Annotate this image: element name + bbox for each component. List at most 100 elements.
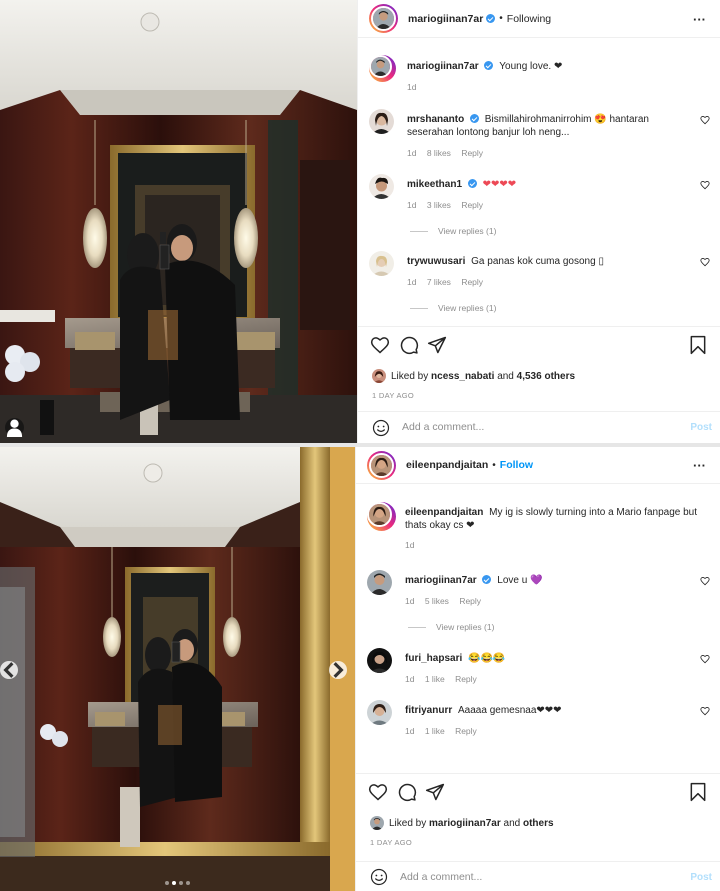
comment-text: Aaaaa gemesnaa❤❤❤: [458, 705, 562, 716]
liked-by-user[interactable]: ncess_nabati: [431, 371, 494, 382]
heart-icon[interactable]: [368, 782, 388, 802]
comment-text: ❤❤❤❤: [482, 179, 517, 190]
comment-username[interactable]: mariogiinan7ar: [405, 575, 477, 586]
avatar[interactable]: [369, 174, 394, 199]
chevron-right-icon[interactable]: [329, 661, 347, 679]
separator-dot: •: [499, 13, 503, 24]
heart-icon[interactable]: [700, 654, 710, 664]
comment-time[interactable]: 1d: [405, 674, 414, 684]
post-header: eileenpandjaitan • Follow ···: [356, 447, 720, 484]
heart-icon[interactable]: [700, 180, 710, 190]
comment-likes[interactable]: 3 likes: [427, 200, 451, 210]
avatar[interactable]: [367, 570, 392, 595]
comment-icon[interactable]: [397, 782, 417, 802]
reply-button[interactable]: Reply: [455, 674, 477, 684]
caption: eileenpandjaitan My ig is slowly turning…: [367, 502, 712, 557]
comment-time[interactable]: 1d: [405, 596, 414, 606]
avatar[interactable]: [370, 816, 384, 830]
more-icon[interactable]: ···: [693, 458, 706, 473]
follow-button[interactable]: Follow: [500, 459, 533, 471]
avatar[interactable]: [367, 648, 392, 673]
share-icon[interactable]: [425, 782, 445, 802]
avatar[interactable]: [369, 109, 394, 134]
view-replies-button[interactable]: View replies (1): [356, 622, 494, 632]
post-author-username[interactable]: mariogiinan7ar: [408, 13, 483, 25]
separator-dot: •: [492, 459, 496, 471]
comment-likes[interactable]: 1 like: [425, 674, 445, 684]
reply-button[interactable]: Reply: [461, 200, 483, 210]
post-actions: Liked by mariogiinan7ar and others 1 DAY…: [356, 773, 720, 873]
carousel-dot: [179, 881, 183, 885]
heart-icon[interactable]: [700, 257, 710, 267]
add-comment-input[interactable]: Add a comment...: [400, 871, 482, 883]
chevron-left-icon[interactable]: [0, 661, 18, 679]
liked-by-user[interactable]: mariogiinan7ar: [429, 818, 501, 829]
comment-time[interactable]: 1d: [405, 540, 414, 550]
reply-button[interactable]: Reply: [461, 148, 483, 158]
carousel-dot: [186, 881, 190, 885]
reply-button[interactable]: Reply: [461, 277, 483, 287]
comment-likes[interactable]: 7 likes: [427, 277, 451, 287]
comment-username[interactable]: eileenpandjaitan: [405, 507, 483, 518]
caption-text: Young love. ❤: [499, 61, 563, 72]
view-replies-button[interactable]: View replies (1): [358, 226, 496, 236]
comment-item: furi_hapsari 😂😂😂 1d 1 like Reply: [367, 648, 712, 688]
heart-icon[interactable]: [700, 115, 710, 125]
comment-username[interactable]: furi_hapsari: [405, 653, 462, 664]
bookmark-icon[interactable]: [688, 335, 708, 355]
comment-time[interactable]: 1d: [407, 277, 416, 287]
post-photo[interactable]: [0, 0, 357, 443]
comment-icon[interactable]: [399, 335, 419, 355]
post-date[interactable]: 1 DAY AGO: [370, 838, 412, 847]
comment-username[interactable]: fitriyanurr: [405, 705, 452, 716]
post-date[interactable]: 1 DAY AGO: [372, 391, 414, 400]
comment-username[interactable]: mrshananto: [407, 114, 464, 125]
emoji-icon[interactable]: [370, 868, 388, 886]
user-tag-icon[interactable]: [5, 418, 24, 437]
likes-count[interactable]: 4,536 others: [517, 371, 575, 382]
share-icon[interactable]: [427, 335, 447, 355]
comment-time[interactable]: 1d: [407, 148, 416, 158]
avatar-story-ring[interactable]: [367, 502, 396, 531]
comment-username[interactable]: mikeethan1: [407, 179, 462, 190]
reply-button[interactable]: Reply: [455, 726, 477, 736]
avatar-story-ring[interactable]: [369, 4, 398, 33]
more-icon[interactable]: ···: [693, 12, 706, 27]
post-header: mariogiinan7ar • Following ···: [358, 0, 720, 38]
heart-icon[interactable]: [700, 706, 710, 716]
avatar-story-ring[interactable]: [367, 450, 396, 480]
avatar[interactable]: [369, 251, 394, 276]
verified-icon: [486, 14, 496, 23]
comment-time[interactable]: 1d: [407, 82, 416, 92]
post-side-panel: eileenpandjaitan • Follow ··· eileenpand…: [355, 447, 720, 891]
reply-button[interactable]: Reply: [459, 596, 481, 606]
emoji-icon[interactable]: [372, 419, 390, 437]
comment-likes[interactable]: 5 likes: [425, 596, 449, 606]
comment-time[interactable]: 1d: [407, 200, 416, 210]
heart-icon[interactable]: [700, 576, 710, 586]
avatar[interactable]: [367, 700, 392, 725]
add-comment-bar: Add a comment... Post: [356, 861, 720, 891]
comment-likes[interactable]: 1 like: [425, 726, 445, 736]
comment-item: fitriyanurr Aaaaa gemesnaa❤❤❤ 1d 1 like …: [367, 700, 712, 740]
following-button[interactable]: Following: [507, 13, 551, 25]
post-comment-button[interactable]: Post: [690, 422, 712, 433]
comment-username[interactable]: trywuwusari: [407, 256, 465, 267]
avatar[interactable]: [372, 369, 386, 383]
comment-likes[interactable]: 8 likes: [427, 148, 451, 158]
post-author-username[interactable]: eileenpandjaitan: [406, 459, 488, 471]
comment-time[interactable]: 1d: [405, 726, 414, 736]
avatar: [371, 6, 396, 31]
post-photo[interactable]: [0, 447, 355, 891]
add-comment-bar: Add a comment... Post: [358, 411, 720, 443]
post-comment-button[interactable]: Post: [690, 872, 712, 883]
liked-by: Liked by mariogiinan7ar and others: [370, 816, 554, 830]
likes-count[interactable]: others: [523, 818, 554, 829]
comment-username[interactable]: mariogiinan7ar: [407, 61, 479, 72]
avatar-story-ring[interactable]: [369, 55, 396, 82]
bookmark-icon[interactable]: [688, 782, 708, 802]
heart-icon[interactable]: [370, 335, 390, 355]
comment-text: Love u 💜: [497, 575, 543, 586]
view-replies-button[interactable]: View replies (1): [358, 303, 496, 313]
add-comment-input[interactable]: Add a comment...: [402, 421, 484, 433]
